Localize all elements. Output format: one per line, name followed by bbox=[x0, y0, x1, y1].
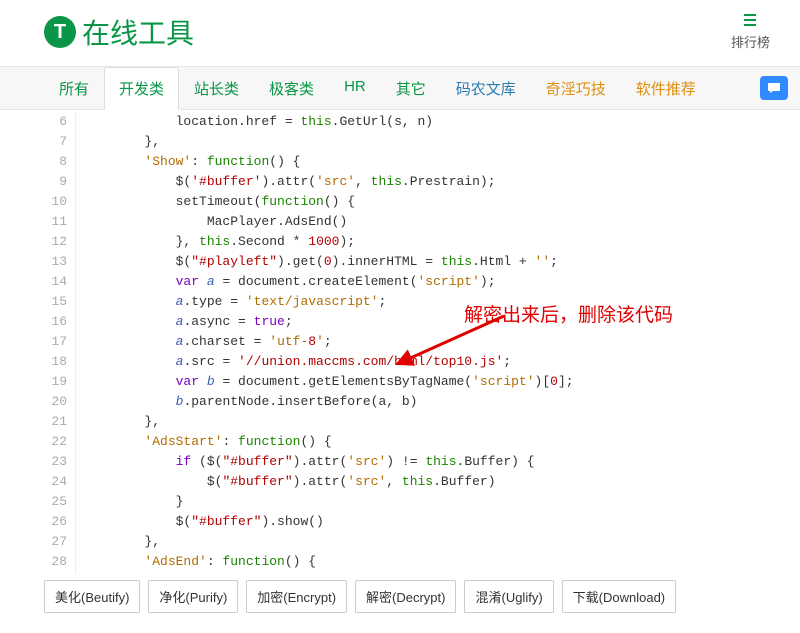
code-line[interactable]: }, bbox=[82, 412, 784, 432]
code-line[interactable]: } bbox=[82, 492, 784, 512]
line-number: 10 bbox=[48, 192, 67, 212]
code-line[interactable]: a.type = 'text/javascript'; bbox=[82, 292, 784, 312]
line-number: 27 bbox=[48, 532, 67, 552]
code-line[interactable]: MacPlayer.AdsEnd() bbox=[82, 212, 784, 232]
code-line[interactable]: 'AdsEnd': function() { bbox=[82, 552, 784, 572]
uglify-button[interactable]: 混淆(Uglify) bbox=[464, 580, 553, 613]
tab-tricks[interactable]: 奇淫巧技 bbox=[531, 67, 621, 109]
code-line[interactable]: $("#buffer").hide() bbox=[82, 572, 784, 574]
tab-webmaster[interactable]: 站长类 bbox=[179, 67, 254, 109]
code-line[interactable]: $('#buffer').attr('src', this.Prestrain)… bbox=[82, 172, 784, 192]
line-number: 9 bbox=[48, 172, 67, 192]
code-line[interactable]: $("#buffer").attr('src', this.Buffer) bbox=[82, 472, 784, 492]
code-line[interactable]: a.charset = 'utf-8'; bbox=[82, 332, 784, 352]
logo-wrap[interactable]: T 在线工具 bbox=[44, 12, 194, 52]
tab-other[interactable]: 其它 bbox=[381, 67, 441, 109]
line-number: 21 bbox=[48, 412, 67, 432]
line-number: 25 bbox=[48, 492, 67, 512]
line-number: 14 bbox=[48, 272, 67, 292]
button-bar: 美化(Beutify) 净化(Purify) 加密(Encrypt) 解密(De… bbox=[0, 574, 800, 613]
purify-button[interactable]: 净化(Purify) bbox=[148, 580, 238, 613]
line-number: 29 bbox=[48, 572, 67, 574]
line-number: 18 bbox=[48, 352, 67, 372]
line-number: 19 bbox=[48, 372, 67, 392]
tab-hr[interactable]: HR bbox=[329, 67, 381, 109]
code-line[interactable]: $("#buffer").show() bbox=[82, 512, 784, 532]
decrypt-button[interactable]: 解密(Decrypt) bbox=[355, 580, 456, 613]
code-line[interactable]: }, bbox=[82, 132, 784, 152]
line-number: 16 bbox=[48, 312, 67, 332]
navbar: 所有 开发类 站长类 极客类 HR 其它 码农文库 奇淫巧技 软件推荐 bbox=[0, 66, 800, 110]
nav-tabs: 所有 开发类 站长类 极客类 HR 其它 码农文库 奇淫巧技 软件推荐 bbox=[44, 67, 711, 109]
rank-link[interactable]: 排行榜 bbox=[731, 13, 770, 51]
code-line[interactable]: b.parentNode.insertBefore(a, b) bbox=[82, 392, 784, 412]
code-area[interactable]: location.href = this.GetUrl(s, n) }, 'Sh… bbox=[76, 112, 790, 574]
code-line[interactable]: setTimeout(function() { bbox=[82, 192, 784, 212]
tab-dev[interactable]: 开发类 bbox=[104, 67, 179, 110]
code-line[interactable]: var a = document.createElement('script')… bbox=[82, 272, 784, 292]
code-line[interactable]: if ($("#buffer").attr('src') != this.Buf… bbox=[82, 452, 784, 472]
line-number: 22 bbox=[48, 432, 67, 452]
code-editor[interactable]: 6789101112131415161718192021222324252627… bbox=[44, 112, 790, 574]
tab-docs[interactable]: 码农文库 bbox=[441, 67, 531, 109]
list-icon bbox=[731, 13, 770, 32]
line-number: 28 bbox=[48, 552, 67, 572]
line-number: 8 bbox=[48, 152, 67, 172]
chat-button[interactable] bbox=[760, 76, 788, 100]
code-line[interactable]: 'AdsStart': function() { bbox=[82, 432, 784, 452]
line-number: 15 bbox=[48, 292, 67, 312]
code-line[interactable]: $("#playleft").get(0).innerHTML = this.H… bbox=[82, 252, 784, 272]
encrypt-button[interactable]: 加密(Encrypt) bbox=[246, 580, 347, 613]
code-line[interactable]: location.href = this.GetUrl(s, n) bbox=[82, 112, 784, 132]
tab-software[interactable]: 软件推荐 bbox=[621, 67, 711, 109]
line-number: 17 bbox=[48, 332, 67, 352]
header: T 在线工具 排行榜 bbox=[0, 0, 800, 60]
line-number: 20 bbox=[48, 392, 67, 412]
chat-icon bbox=[767, 82, 781, 94]
code-line[interactable]: a.async = true; bbox=[82, 312, 784, 332]
code-line[interactable]: a.src = '//union.maccms.com/html/top10.j… bbox=[82, 352, 784, 372]
logo-icon: T bbox=[44, 16, 76, 48]
rank-label: 排行榜 bbox=[731, 32, 770, 51]
code-line[interactable]: var b = document.getElementsByTagName('s… bbox=[82, 372, 784, 392]
line-number: 23 bbox=[48, 452, 67, 472]
editor-wrap: 6789101112131415161718192021222324252627… bbox=[44, 112, 790, 574]
line-number: 24 bbox=[48, 472, 67, 492]
tab-all[interactable]: 所有 bbox=[44, 67, 104, 109]
line-number: 11 bbox=[48, 212, 67, 232]
line-number: 6 bbox=[48, 112, 67, 132]
line-number: 12 bbox=[48, 232, 67, 252]
line-number: 26 bbox=[48, 512, 67, 532]
line-number: 7 bbox=[48, 132, 67, 152]
line-number: 13 bbox=[48, 252, 67, 272]
code-line[interactable]: }, this.Second * 1000); bbox=[82, 232, 784, 252]
line-gutter: 6789101112131415161718192021222324252627… bbox=[44, 112, 76, 574]
code-line[interactable]: 'Show': function() { bbox=[82, 152, 784, 172]
tab-geek[interactable]: 极客类 bbox=[254, 67, 329, 109]
beautify-button[interactable]: 美化(Beutify) bbox=[44, 580, 140, 613]
download-button[interactable]: 下载(Download) bbox=[562, 580, 676, 613]
code-line[interactable]: }, bbox=[82, 532, 784, 552]
site-title: 在线工具 bbox=[82, 12, 194, 52]
